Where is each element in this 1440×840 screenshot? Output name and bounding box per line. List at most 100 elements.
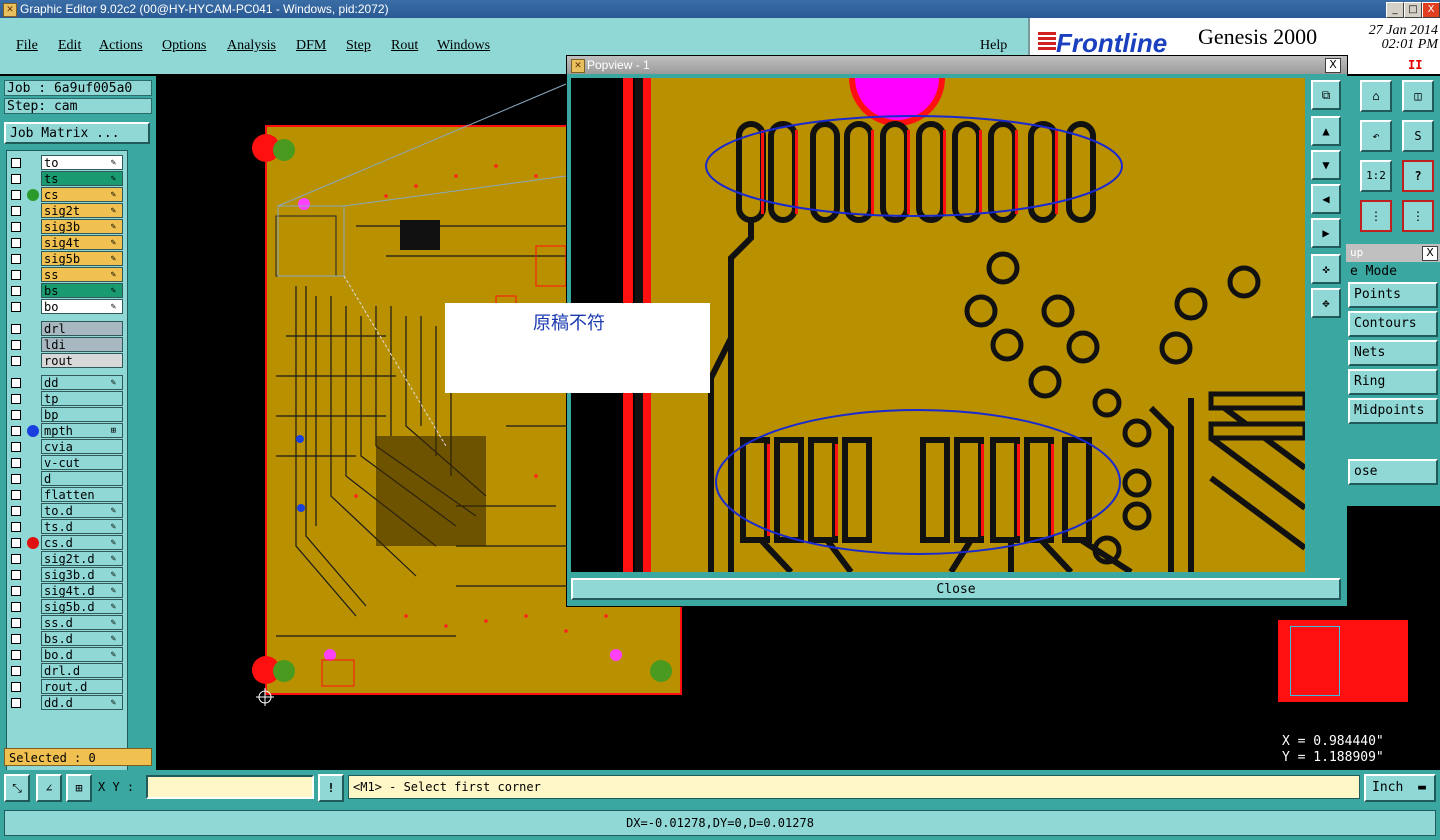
layer-name[interactable]: sig2t ✎ xyxy=(41,203,123,218)
layer-row[interactable]: sig5b ✎ xyxy=(7,251,127,267)
grid-snap-icon[interactable]: ⊞ xyxy=(66,774,92,802)
layer-row[interactable]: sig4t.d ✎ xyxy=(7,583,127,599)
exclaim-button[interactable]: ! xyxy=(318,774,344,802)
layer-name[interactable]: ss.d ✎ xyxy=(41,615,123,630)
layer-name[interactable]: cs.d ✎ xyxy=(41,535,123,550)
layer-row[interactable]: sig2t.d ✎ xyxy=(7,551,127,567)
snap-mode-midpoints-button[interactable]: Midpoints xyxy=(1348,398,1438,424)
layer-row[interactable]: to.d ✎ xyxy=(7,503,127,519)
popview-close-x-button[interactable]: X xyxy=(1325,58,1341,73)
popview-close-button[interactable]: Close xyxy=(571,578,1341,600)
layer-row[interactable]: drl xyxy=(7,321,127,337)
layer-row[interactable]: tp xyxy=(7,391,127,407)
traffic-light-icon[interactable]: ⋮ xyxy=(1360,200,1392,232)
layer-name[interactable]: sig5b.d ✎ xyxy=(41,599,123,614)
layer-checkbox[interactable] xyxy=(11,254,21,264)
layer-checkbox[interactable] xyxy=(11,666,21,676)
snap-mode-contours-button[interactable]: Contours xyxy=(1348,311,1438,337)
layer-row[interactable]: cs ✎ xyxy=(7,187,127,203)
layer-checkbox[interactable] xyxy=(11,174,21,184)
window-icon[interactable]: ◫ xyxy=(1402,80,1434,112)
layer-row[interactable]: dd ✎ xyxy=(7,375,127,391)
layer-name[interactable]: to.d ✎ xyxy=(41,503,123,518)
layer-row[interactable]: sig2t ✎ xyxy=(7,203,127,219)
job-matrix-button[interactable]: Job Matrix ... xyxy=(4,122,150,144)
popview-pan-down-icon[interactable]: ▼ xyxy=(1311,150,1341,180)
layer-checkbox[interactable] xyxy=(11,506,21,516)
layer-name[interactable]: tp xyxy=(41,391,123,406)
layer-checkbox[interactable] xyxy=(11,302,21,312)
menu-actions[interactable]: Actions xyxy=(99,38,143,54)
layer-row[interactable]: v-cut xyxy=(7,455,127,471)
layer-row[interactable]: bo ✎ xyxy=(7,299,127,315)
minimize-button[interactable]: _ xyxy=(1386,2,1404,18)
angle-snap-icon[interactable]: ∠ xyxy=(36,774,62,802)
layer-name[interactable]: sig4t.d ✎ xyxy=(41,583,123,598)
pause-button[interactable]: II xyxy=(1408,58,1422,72)
layer-checkbox[interactable] xyxy=(11,442,21,452)
layer-name[interactable]: flatten xyxy=(41,487,123,502)
layer-row[interactable]: drl.d xyxy=(7,663,127,679)
layer-name[interactable]: sig5b ✎ xyxy=(41,251,123,266)
layer-checkbox[interactable] xyxy=(11,618,21,628)
layer-checkbox[interactable] xyxy=(11,426,21,436)
layer-checkbox[interactable] xyxy=(11,474,21,484)
diagonal-snap-icon[interactable]: ⤡ xyxy=(4,774,30,802)
layer-name[interactable]: bo ✎ xyxy=(41,299,123,314)
menu-file[interactable]: File xyxy=(16,38,38,54)
popview-pan-up-icon[interactable]: ▲ xyxy=(1311,116,1341,146)
layer-row[interactable]: cvia xyxy=(7,439,127,455)
layer-checkbox[interactable] xyxy=(11,570,21,580)
layer-row[interactable]: to ✎ xyxy=(7,155,127,171)
redraw-icon[interactable]: S xyxy=(1402,120,1434,152)
layer-name[interactable]: cvia xyxy=(41,439,123,454)
layer-name[interactable]: bs.d ✎ xyxy=(41,631,123,646)
layer-row[interactable]: flatten xyxy=(7,487,127,503)
layer-row[interactable]: dd.d ✎ xyxy=(7,695,127,711)
menu-help[interactable]: Help xyxy=(980,38,1007,54)
layer-checkbox[interactable] xyxy=(11,682,21,692)
layer-row[interactable]: sig4t ✎ xyxy=(7,235,127,251)
layer-row[interactable]: ss ✎ xyxy=(7,267,127,283)
menu-dfm[interactable]: DFM xyxy=(296,38,326,54)
unit-selector[interactable]: Inch ▬ xyxy=(1364,774,1436,802)
menu-windows[interactable]: Windows xyxy=(437,38,490,54)
layer-checkbox[interactable] xyxy=(11,356,21,366)
layer-checkbox[interactable] xyxy=(11,490,21,500)
layer-name[interactable]: bo.d ✎ xyxy=(41,647,123,662)
layer-row[interactable]: ts ✎ xyxy=(7,171,127,187)
layer-checkbox[interactable] xyxy=(11,286,21,296)
snap-mode-points-button[interactable]: Points xyxy=(1348,282,1438,308)
maximize-button[interactable]: □ xyxy=(1404,2,1422,18)
layer-row[interactable]: d xyxy=(7,471,127,487)
layer-name[interactable]: cs ✎ xyxy=(41,187,123,202)
layer-name[interactable]: rout.d xyxy=(41,679,123,694)
layer-checkbox[interactable] xyxy=(11,586,21,596)
layer-name[interactable]: ldi xyxy=(41,337,123,352)
layer-row[interactable]: mpth ⊞ xyxy=(7,423,127,439)
xy-input[interactable] xyxy=(146,775,314,799)
layer-checkbox[interactable] xyxy=(11,190,21,200)
layer-name[interactable]: drl.d xyxy=(41,663,123,678)
layer-checkbox[interactable] xyxy=(11,522,21,532)
layer-checkbox[interactable] xyxy=(11,206,21,216)
menu-rout[interactable]: Rout xyxy=(391,38,418,54)
layer-checkbox[interactable] xyxy=(11,650,21,660)
layer-checkbox[interactable] xyxy=(11,538,21,548)
layer-checkbox[interactable] xyxy=(11,458,21,468)
help-icon[interactable]: ? xyxy=(1402,160,1434,192)
layer-row[interactable]: ts.d ✎ xyxy=(7,519,127,535)
layer-name[interactable]: ss ✎ xyxy=(41,267,123,282)
layer-checkbox[interactable] xyxy=(11,698,21,708)
layer-checkbox[interactable] xyxy=(11,394,21,404)
layer-row[interactable]: bs ✎ xyxy=(7,283,127,299)
popview-zoom-in-icon[interactable]: ✜ xyxy=(1311,254,1341,284)
layer-checkbox[interactable] xyxy=(11,554,21,564)
layer-checkbox[interactable] xyxy=(11,238,21,248)
layer-row[interactable]: ss.d ✎ xyxy=(7,615,127,631)
layer-name[interactable]: ts.d ✎ xyxy=(41,519,123,534)
undo-icon[interactable]: ↶ xyxy=(1360,120,1392,152)
layer-checkbox[interactable] xyxy=(11,634,21,644)
layer-name[interactable]: dd.d ✎ xyxy=(41,695,123,710)
layer-row[interactable]: rout.d xyxy=(7,679,127,695)
